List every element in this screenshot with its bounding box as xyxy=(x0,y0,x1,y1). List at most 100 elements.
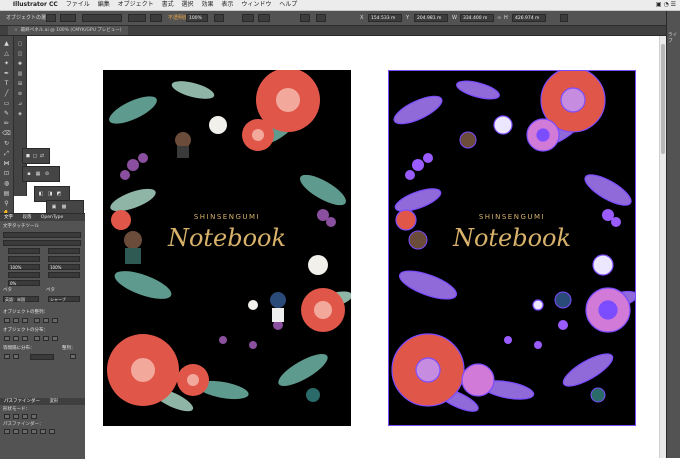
align-button[interactable] xyxy=(242,14,254,22)
gradient-tool-icon[interactable]: ▤ xyxy=(2,190,11,198)
divide-icon[interactable] xyxy=(4,429,10,434)
style-field[interactable] xyxy=(214,14,224,22)
width-tool-icon[interactable]: ⋈ xyxy=(2,160,11,168)
y-field[interactable]: 204.981 m xyxy=(414,14,448,22)
shape-builder-tool-icon[interactable]: ◍ xyxy=(2,180,11,188)
variable-width-field[interactable] xyxy=(128,14,146,22)
stroke-icon[interactable]: ◻ xyxy=(32,153,38,159)
eraser-tool-icon[interactable]: ⌫ xyxy=(2,130,11,138)
menu-view[interactable]: 表示 xyxy=(221,0,233,10)
none-icon[interactable]: ⊘ xyxy=(44,171,50,177)
screen-mode-full-icon[interactable]: ▩ xyxy=(61,204,67,210)
rotate-tool-icon[interactable]: ↻ xyxy=(2,140,11,148)
tab-transform[interactable]: 変形 xyxy=(49,399,58,404)
draw-inside-icon[interactable]: ◩ xyxy=(56,191,62,197)
line-tool-icon[interactable]: ╱ xyxy=(2,90,11,98)
direct-selection-tool-icon[interactable]: △ xyxy=(2,50,11,58)
close-icon[interactable]: × xyxy=(14,28,18,33)
distribute-top-icon[interactable] xyxy=(4,336,10,341)
opacity-label[interactable]: 不透明度 xyxy=(168,11,188,25)
align-left-icon[interactable] xyxy=(4,318,10,323)
rectangle-tool-icon[interactable]: ▭ xyxy=(2,100,11,108)
stroke-swatch[interactable] xyxy=(60,14,76,22)
distribute-bottom-icon[interactable] xyxy=(22,336,28,341)
trim-icon[interactable] xyxy=(13,429,19,434)
stroke-weight-field[interactable] xyxy=(82,14,122,22)
tab-character[interactable]: 文字 xyxy=(4,215,13,220)
font-style-field[interactable] xyxy=(3,240,81,246)
transform-button[interactable] xyxy=(258,14,270,22)
crop-icon[interactable] xyxy=(31,429,37,434)
distribute-hcenter-icon[interactable] xyxy=(43,336,49,341)
align-vcenter-icon[interactable] xyxy=(43,318,49,323)
document-tab[interactable]: × 最終ペネル.ai @ 100% (CMYK/GPU プレビュー) xyxy=(8,26,128,35)
libraries-label[interactable]: ライブ xyxy=(668,32,680,44)
selection-tool-icon[interactable]: ▲ xyxy=(2,40,11,48)
pencil-tool-icon[interactable]: ✏ xyxy=(2,120,11,128)
blend-tool-icon[interactable]: ⊚ xyxy=(16,90,24,98)
brush-field[interactable] xyxy=(150,14,162,22)
swap-icon[interactable]: ⇄ xyxy=(39,153,45,159)
baseline-field[interactable] xyxy=(8,272,40,278)
w-field[interactable]: 334.400 m xyxy=(460,14,494,22)
vertical-scrollbar[interactable] xyxy=(659,36,666,458)
color-icon[interactable]: ▪ xyxy=(26,171,32,177)
minus-back-icon[interactable] xyxy=(49,429,55,434)
unite-icon[interactable] xyxy=(4,414,10,419)
align-right-icon[interactable] xyxy=(22,318,28,323)
merge-icon[interactable] xyxy=(22,429,28,434)
spacing-horizontal-icon[interactable] xyxy=(13,354,19,359)
free-transform-tool-icon[interactable]: ⊡ xyxy=(2,170,11,178)
menu-help[interactable]: ヘルプ xyxy=(279,0,297,10)
fill-icon[interactable]: ◼ xyxy=(25,153,31,159)
recolor-button[interactable] xyxy=(300,14,310,22)
artwork-preview[interactable]: SHINSENGUMI Notebook xyxy=(103,70,351,426)
distribute-right-icon[interactable] xyxy=(52,336,58,341)
outline-icon[interactable] xyxy=(40,429,46,434)
magic-wand-tool-icon[interactable]: ✦ xyxy=(2,60,11,68)
perspective-tool-icon[interactable]: ⊿ xyxy=(16,100,24,108)
font-size-field[interactable] xyxy=(8,248,40,254)
tracking-field[interactable] xyxy=(48,256,80,262)
rotation-field[interactable] xyxy=(48,272,80,278)
artwork-selected[interactable]: SHINSENGUMI Notebook xyxy=(388,70,636,426)
spacing-field[interactable] xyxy=(30,354,54,360)
opacity-field[interactable]: 100% xyxy=(186,14,208,22)
language-select[interactable]: 英語：米国 xyxy=(3,296,39,302)
menu-select[interactable]: 選択 xyxy=(182,0,194,10)
scrollbar-thumb[interactable] xyxy=(661,44,665,154)
fill-swatch[interactable] xyxy=(46,14,56,22)
menu-object[interactable]: オブジェクト xyxy=(118,0,154,10)
anti-alias-select[interactable]: シャープ xyxy=(48,296,80,302)
slice-tool-icon[interactable]: ◫ xyxy=(16,50,24,58)
spacing-vertical-icon[interactable] xyxy=(4,354,10,359)
align-hcenter-icon[interactable] xyxy=(13,318,19,323)
vertical-scale-field[interactable]: 100% xyxy=(8,264,40,270)
scale-tool-icon[interactable]: ⤢ xyxy=(2,150,11,158)
tab-paragraph[interactable]: 段落 xyxy=(22,215,31,220)
kerning-field[interactable] xyxy=(8,256,40,262)
symbol-sprayer-tool-icon[interactable]: ✺ xyxy=(16,60,24,68)
tab-pathfinder[interactable]: パスファインダー xyxy=(4,399,40,404)
tsume-field[interactable]: 0% xyxy=(8,280,40,286)
mesh-tool-icon[interactable]: ⊞ xyxy=(16,80,24,88)
live-paint-tool-icon[interactable]: ◈ xyxy=(16,110,24,118)
paintbrush-tool-icon[interactable]: ✎ xyxy=(2,110,11,118)
isolate-button[interactable] xyxy=(316,14,326,22)
graph-tool-icon[interactable]: ▥ xyxy=(16,70,24,78)
align-to-select-icon[interactable] xyxy=(70,354,76,359)
x-field[interactable]: 154.533 m xyxy=(368,14,402,22)
menu-edit[interactable]: 編集 xyxy=(98,0,110,10)
align-bottom-icon[interactable] xyxy=(52,318,58,323)
draw-normal-icon[interactable]: ◧ xyxy=(38,191,44,197)
panel-menu-button[interactable] xyxy=(560,14,568,22)
minus-front-icon[interactable] xyxy=(13,414,19,419)
h-field[interactable]: 426.974 m xyxy=(512,14,546,22)
eyedropper-tool-icon[interactable]: ⚲ xyxy=(2,200,11,208)
leading-field[interactable] xyxy=(48,248,80,254)
font-family-field[interactable] xyxy=(3,232,81,238)
touch-type-label[interactable]: 文字タッチツール xyxy=(3,224,39,230)
type-tool-icon[interactable]: T xyxy=(2,80,11,88)
menu-effect[interactable]: 効果 xyxy=(201,0,213,10)
tab-opentype[interactable]: OpenType xyxy=(41,215,63,220)
